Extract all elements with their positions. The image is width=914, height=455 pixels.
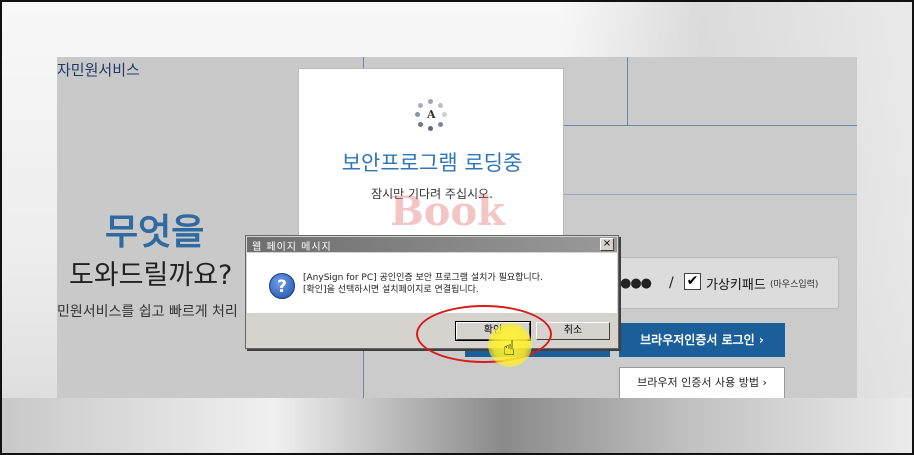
- password-field[interactable]: ●●●: [620, 276, 652, 291]
- row-divider: [563, 125, 857, 126]
- loading-spinner-icon: A: [415, 99, 447, 131]
- column-divider: [627, 57, 628, 125]
- dialog-title: 웹 페이지 메시지: [252, 242, 332, 253]
- background-bottom: [0, 398, 914, 455]
- separator: /: [669, 275, 674, 291]
- virtual-keypad-checkbox[interactable]: ✔: [684, 273, 701, 290]
- browser-cert-howto-button[interactable]: 브라우저 인증서 사용 방법 ›: [619, 367, 785, 398]
- question-icon: ?: [269, 273, 295, 299]
- hand-cursor-icon: ☝: [503, 336, 516, 360]
- row-divider: [563, 194, 857, 195]
- virtual-keypad-sublabel: (마우스입력): [770, 280, 819, 290]
- dialog-message-line2: [확인]을 선택하시면 설치페이지로 연결됩니다.: [303, 285, 479, 295]
- hero-description: 민원서비스를 쉽고 빠르게 처리: [57, 304, 238, 320]
- dialog-body: ? [AnySign for PC] 공인인증 보안 프로그램 설치가 필요합니…: [247, 253, 617, 313]
- close-icon[interactable]: ×: [600, 238, 614, 251]
- virtual-keypad-label: 가상키패드: [706, 278, 766, 293]
- site-title: 자민원서비스: [57, 61, 140, 79]
- hero-subheading: 도와드릴까요?: [69, 260, 233, 291]
- spinner-letter: A: [427, 108, 436, 121]
- dialog-titlebar[interactable]: 웹 페이지 메시지 ×: [247, 237, 617, 253]
- watermark-logo: Book: [390, 188, 505, 235]
- loading-title: 보안프로그램 로딩중: [341, 151, 523, 175]
- highlight-circle: [416, 305, 552, 363]
- browser-cert-login-button[interactable]: 브라우저인증서 로그인 ›: [619, 323, 785, 357]
- hero-heading: 무엇을: [105, 212, 205, 253]
